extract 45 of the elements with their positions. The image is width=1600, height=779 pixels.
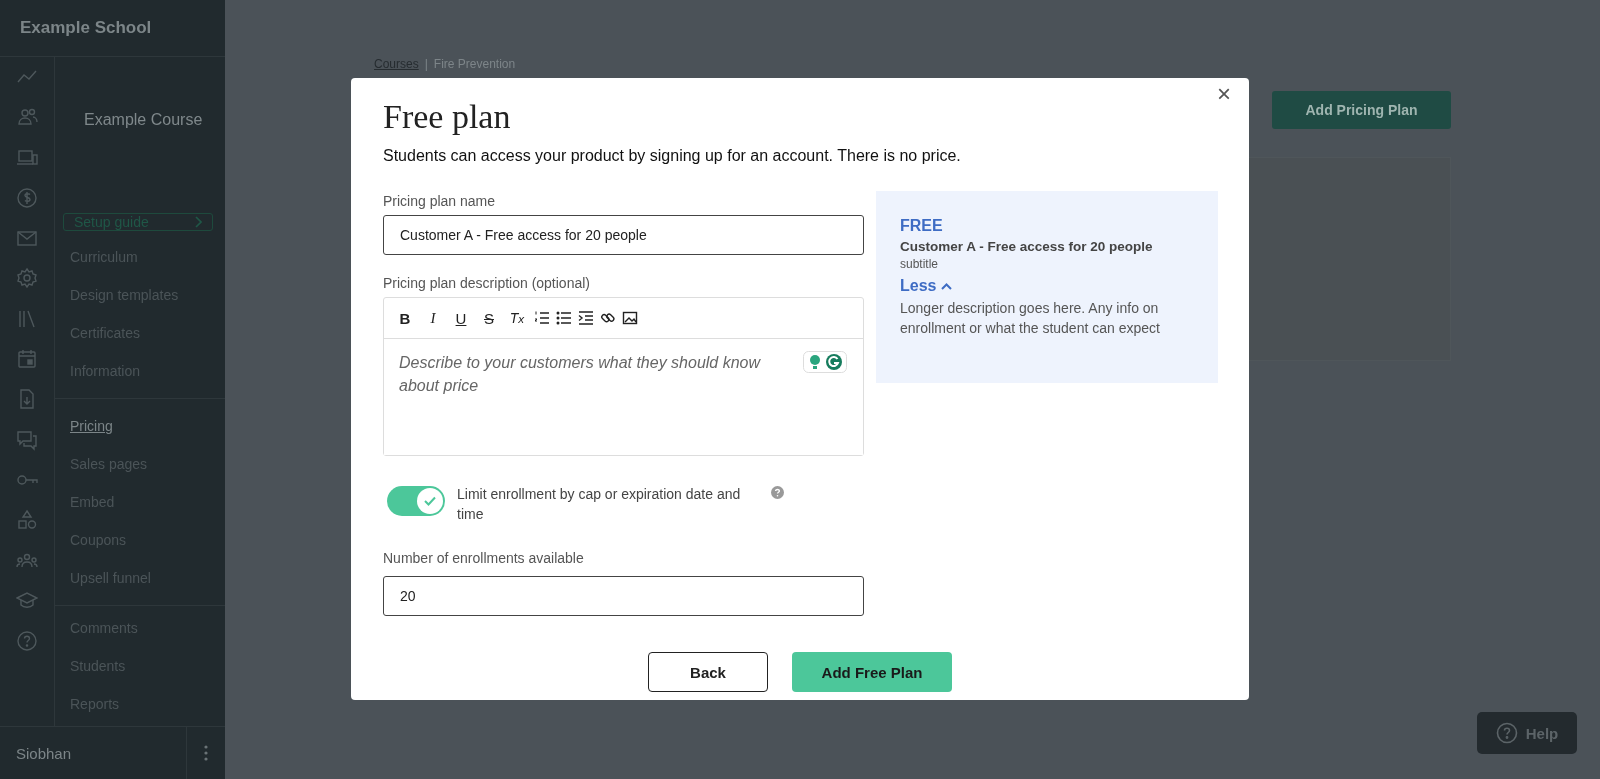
modal-subtitle: Students can access your product by signing up for an account. There is no price. xyxy=(383,146,962,166)
enrollments-field[interactable]: 20 xyxy=(383,576,864,616)
indent-icon[interactable] xyxy=(578,310,594,326)
help-icon[interactable] xyxy=(16,630,38,653)
add-free-plan-button[interactable]: Add Free Plan xyxy=(792,652,952,692)
underline-button[interactable]: U xyxy=(450,307,472,329)
bullet-list-icon[interactable] xyxy=(556,310,572,326)
gear-icon[interactable] xyxy=(16,267,38,290)
chevron-up-icon xyxy=(941,282,953,290)
image-icon[interactable] xyxy=(622,310,638,326)
preview-price: FREE xyxy=(900,216,944,236)
numbered-list-icon[interactable] xyxy=(534,310,550,326)
shapes-icon[interactable] xyxy=(16,509,38,532)
preview-subtitle: subtitle xyxy=(900,256,940,272)
strike-button[interactable]: S xyxy=(478,307,500,329)
check-icon xyxy=(424,496,436,506)
help-icon xyxy=(1495,722,1518,744)
italic-button[interactable]: I xyxy=(422,307,444,329)
bold-button[interactable]: B xyxy=(394,307,416,329)
add-pricing-plan-button[interactable]: Add Pricing Plan xyxy=(1272,91,1451,129)
help-icon[interactable] xyxy=(771,486,784,499)
less-link[interactable]: Less xyxy=(900,275,953,297)
link-icon[interactable] xyxy=(600,310,616,326)
user-name[interactable]: Siobhan xyxy=(0,744,186,762)
preview-plan-name: Customer A - Free access for 20 people xyxy=(900,238,1154,256)
field-label: Pricing plan description (optional) xyxy=(383,274,591,293)
close-button[interactable]: × xyxy=(1213,80,1235,108)
writing-assistant-icon[interactable] xyxy=(803,351,847,373)
nav-item[interactable]: Pricing xyxy=(55,407,113,445)
plan-name-field[interactable]: Customer A - Free access for 20 people xyxy=(383,215,864,255)
toggle-label: Limit enrollment by cap or expiration date and time xyxy=(457,485,742,524)
chat-icon[interactable] xyxy=(16,428,38,451)
field-label: Pricing plan name xyxy=(383,192,497,211)
modal-title: Free plan xyxy=(383,97,512,137)
field-label: Number of enrollments available xyxy=(383,549,585,568)
calendar-icon[interactable] xyxy=(16,348,38,371)
preview-description: Longer description goes here. Any info on enrollment or what the student can expect xyxy=(900,299,1161,338)
help-button[interactable]: Help xyxy=(1477,712,1577,754)
breadcrumb-separator: | xyxy=(424,57,428,71)
dollar-circle-icon[interactable] xyxy=(16,186,38,209)
course-title: Example Course xyxy=(83,110,204,130)
more-icon[interactable] xyxy=(204,745,208,761)
limit-enrollment-toggle[interactable] xyxy=(387,486,445,516)
back-button[interactable]: Back xyxy=(648,652,768,692)
chevron-right-icon xyxy=(194,216,202,228)
